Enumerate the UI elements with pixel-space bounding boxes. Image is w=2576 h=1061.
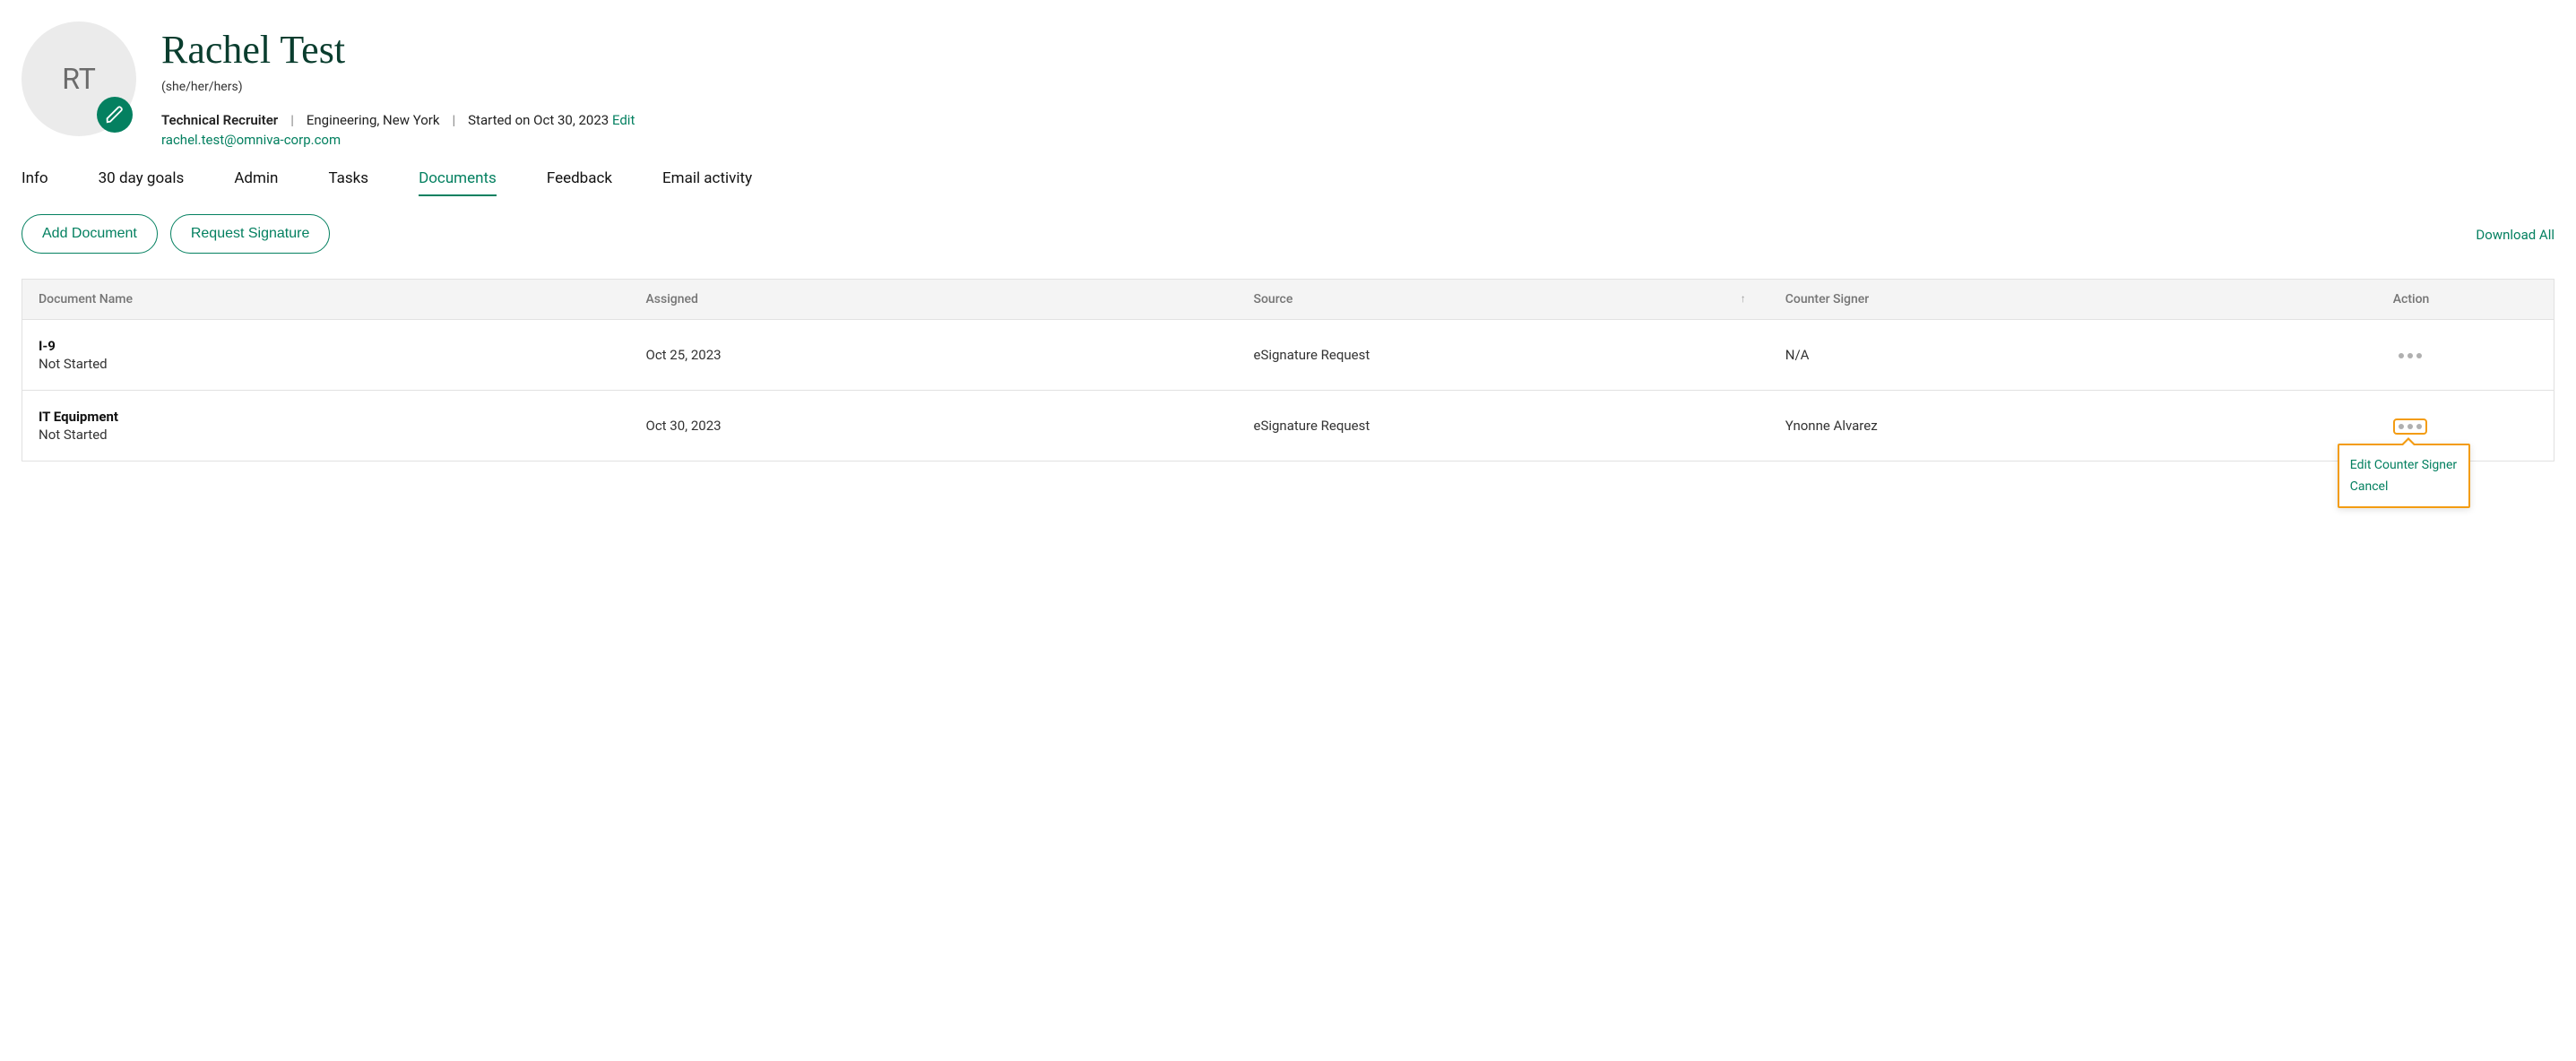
toolbar-left: Add Document Request Signature xyxy=(22,214,330,254)
col-header-action: Action xyxy=(2377,280,2554,320)
add-document-button[interactable]: Add Document xyxy=(22,214,158,254)
toolbar-right: Download All xyxy=(2476,226,2554,243)
doc-title: I-9 xyxy=(39,338,614,354)
dot-icon xyxy=(2416,353,2422,358)
col-header-source[interactable]: Source ↑ xyxy=(1238,280,1769,320)
avatar-initials: RT xyxy=(62,62,96,96)
dot-icon xyxy=(2407,353,2413,358)
col-header-signer[interactable]: Counter Signer xyxy=(1769,280,2377,320)
person-meta: Technical Recruiter | Engineering, New Y… xyxy=(161,112,2554,128)
person-email[interactable]: rachel.test@omniva-corp.com xyxy=(161,132,2554,148)
table-row: I-9 Not Started Oct 25, 2023 eSignature … xyxy=(22,320,2554,391)
tab-goals[interactable]: 30 day goals xyxy=(99,169,185,196)
sort-ascending-icon: ↑ xyxy=(1741,292,1746,305)
cell-action xyxy=(2377,320,2554,391)
cell-assigned: Oct 25, 2023 xyxy=(630,320,1238,391)
col-header-name[interactable]: Document Name xyxy=(22,280,630,320)
cell-source: eSignature Request xyxy=(1238,391,1769,461)
dot-icon xyxy=(2399,353,2404,358)
meta-divider: | xyxy=(452,112,455,128)
row-actions-wrapper: Edit Counter Signer Cancel xyxy=(2393,417,2427,435)
dot-icon xyxy=(2399,424,2404,429)
col-header-assigned[interactable]: Assigned xyxy=(630,280,1238,320)
person-start: Started on Oct 30, 2023 xyxy=(468,112,609,128)
tab-documents[interactable]: Documents xyxy=(419,169,497,196)
dot-icon xyxy=(2407,424,2413,429)
edit-counter-signer-action[interactable]: Edit Counter Signer xyxy=(2350,454,2458,476)
person-header: RT Rachel Test (she/her/hers) Technical … xyxy=(22,22,2554,148)
pencil-icon xyxy=(105,105,125,125)
edit-start-link[interactable]: Edit xyxy=(612,112,635,128)
request-signature-button[interactable]: Request Signature xyxy=(170,214,331,254)
documents-toolbar: Add Document Request Signature Download … xyxy=(22,214,2554,254)
doc-status: Not Started xyxy=(39,356,614,372)
cell-assigned: Oct 30, 2023 xyxy=(630,391,1238,461)
person-title: Technical Recruiter xyxy=(161,112,278,128)
person-name: Rachel Test xyxy=(161,27,2554,73)
doc-title: IT Equipment xyxy=(39,409,614,425)
tab-admin[interactable]: Admin xyxy=(234,169,278,196)
table-row: IT Equipment Not Started Oct 30, 2023 eS… xyxy=(22,391,2554,461)
row-actions-popover: Edit Counter Signer Cancel xyxy=(2338,444,2470,508)
col-header-source-label: Source xyxy=(1254,292,1293,306)
cell-action: Edit Counter Signer Cancel xyxy=(2377,391,2554,461)
row-actions-menu-button[interactable] xyxy=(2393,418,2427,435)
cancel-action[interactable]: Cancel xyxy=(2350,476,2458,497)
dot-icon xyxy=(2416,424,2422,429)
cell-document-name: I-9 Not Started xyxy=(22,320,630,391)
person-info: Rachel Test (she/her/hers) Technical Rec… xyxy=(161,22,2554,148)
tab-feedback[interactable]: Feedback xyxy=(547,169,612,196)
person-dept-location: Engineering, New York xyxy=(307,112,440,128)
cell-document-name: IT Equipment Not Started xyxy=(22,391,630,461)
documents-table: Document Name Assigned Source ↑ Counter … xyxy=(22,279,2554,461)
table-header-row: Document Name Assigned Source ↑ Counter … xyxy=(22,280,2554,320)
cell-source: eSignature Request xyxy=(1238,320,1769,391)
person-start-wrapper: Started on Oct 30, 2023 Edit xyxy=(468,112,635,128)
doc-status: Not Started xyxy=(39,427,614,443)
row-actions-menu-button[interactable] xyxy=(2393,348,2427,364)
cell-signer: N/A xyxy=(1769,320,2377,391)
tab-tasks[interactable]: Tasks xyxy=(328,169,368,196)
cell-signer: Ynonne Alvarez xyxy=(1769,391,2377,461)
edit-avatar-button[interactable] xyxy=(97,97,133,133)
avatar-wrapper: RT xyxy=(22,22,136,136)
tab-info[interactable]: Info xyxy=(22,169,48,196)
tab-bar: Info 30 day goals Admin Tasks Documents … xyxy=(22,169,2554,196)
download-all-link[interactable]: Download All xyxy=(2476,227,2554,243)
person-pronouns: (she/her/hers) xyxy=(161,80,2554,94)
meta-divider: | xyxy=(290,112,294,128)
tab-email-activity[interactable]: Email activity xyxy=(662,169,752,196)
